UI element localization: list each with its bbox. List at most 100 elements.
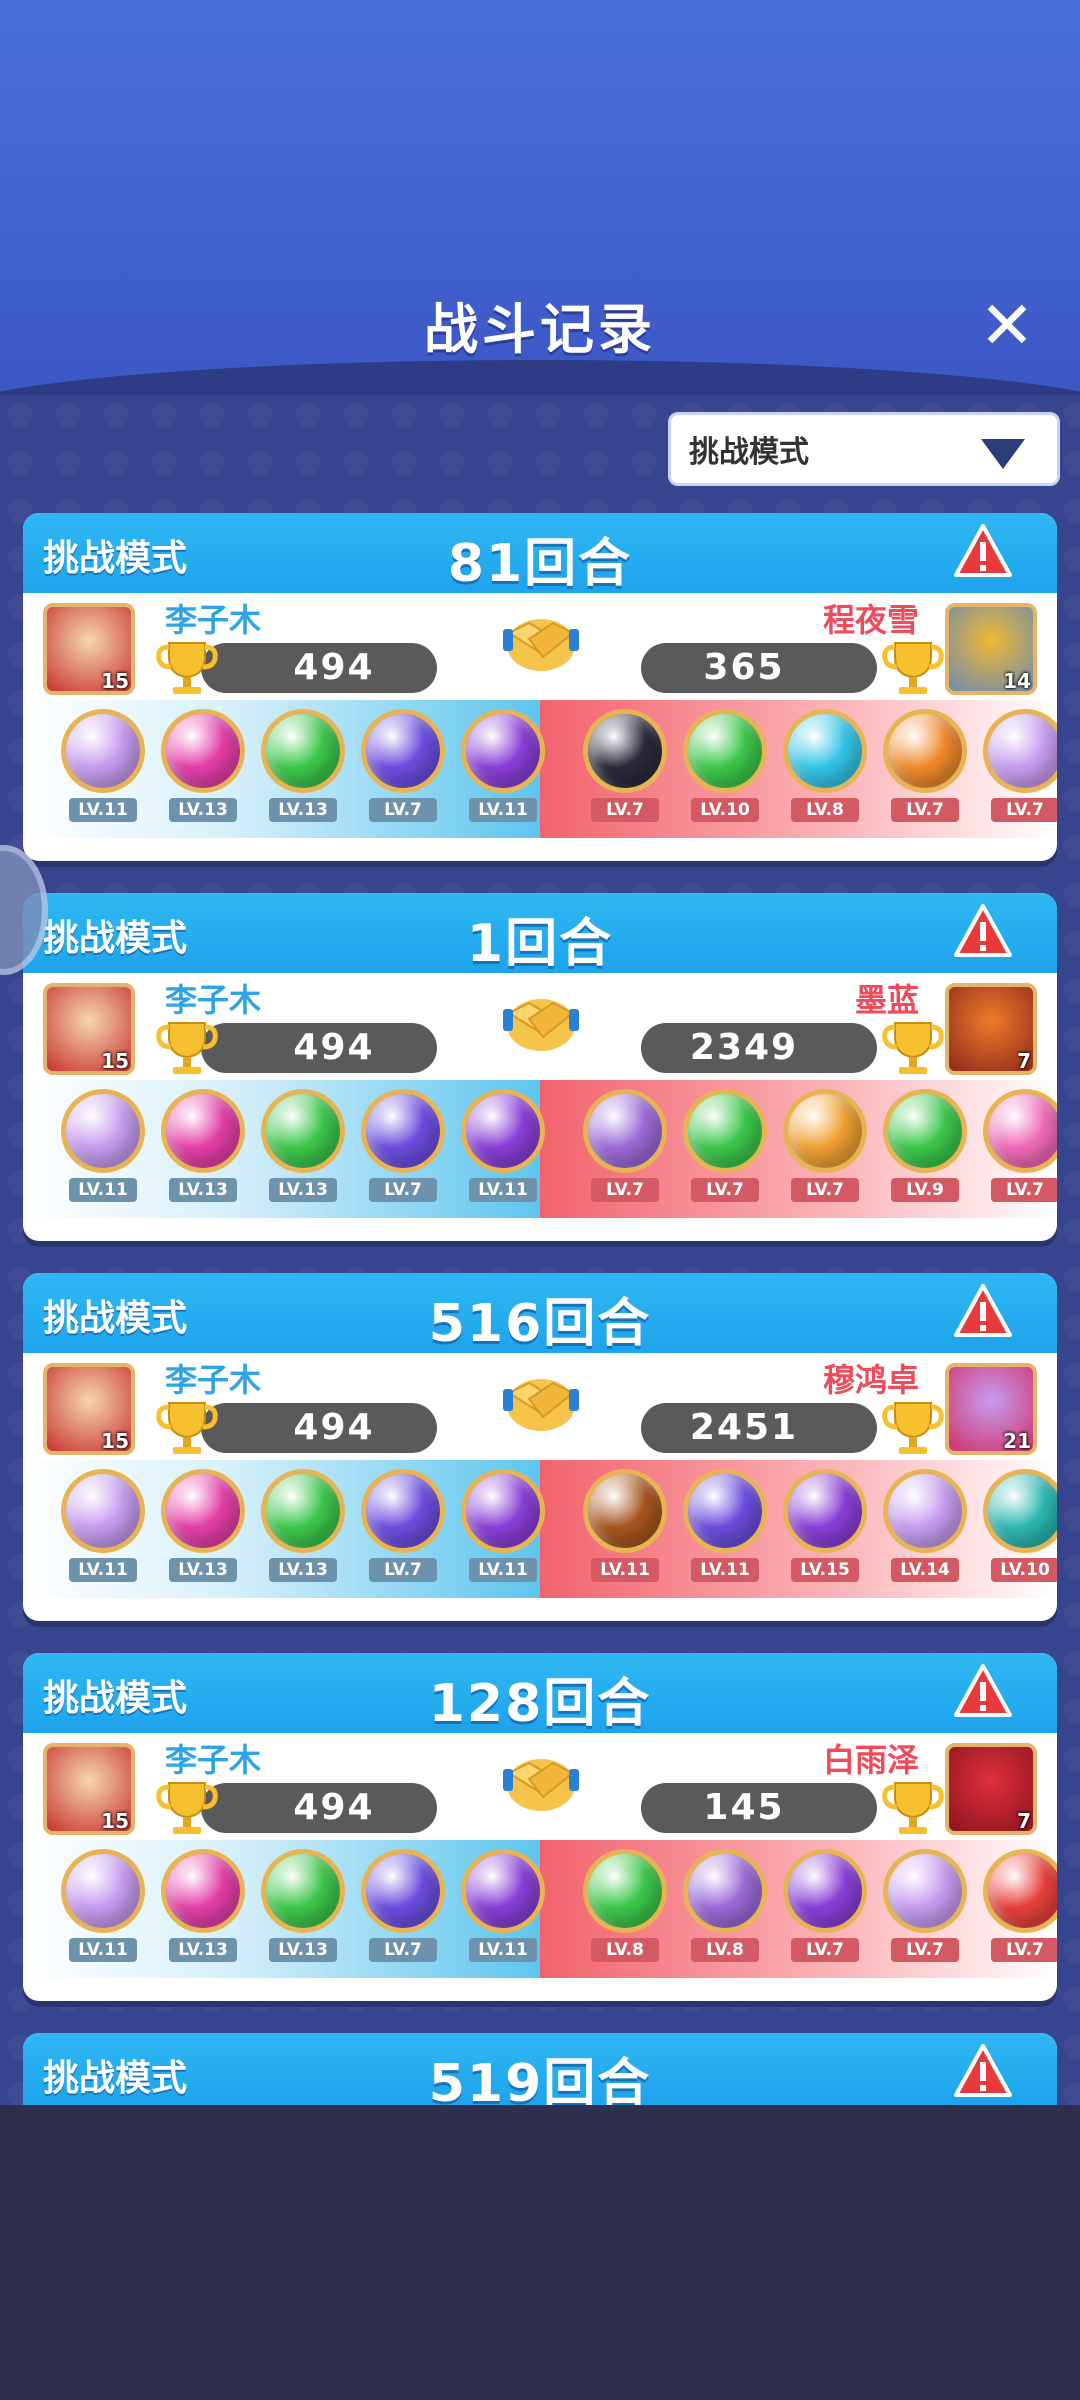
battle-record-card[interactable]: 挑战模式 1回合 15 李子木 494 墨蓝 2349 7 LV.11 LV.1… [23,893,1057,1241]
right-team-orb[interactable] [983,1469,1057,1553]
right-player-avatar[interactable]: 14 [945,603,1037,695]
right-team-orb[interactable] [883,709,967,793]
right-orb-level: LV.14 [891,1558,959,1582]
left-team-orb[interactable] [261,1089,345,1173]
card-header: 挑战模式 81回合 [23,513,1057,594]
right-team-orb[interactable] [783,1469,867,1553]
left-team-orb[interactable] [61,1469,145,1553]
left-avatar-level: 15 [101,1809,129,1833]
left-orb-level: LV.11 [469,1938,537,1962]
left-team-orb[interactable] [361,1089,445,1173]
right-player-name: 程夜雪 [822,601,919,639]
right-team-orb[interactable] [683,1849,767,1933]
left-player-name: 李子木 [165,601,262,639]
trophy-icon [882,1402,944,1454]
battle-record-card[interactable]: 挑战模式 516回合 15 李子木 494 穆鸿卓 2451 21 LV.11 … [23,1273,1057,1621]
right-team-orb[interactable] [883,1469,967,1553]
battle-record-card-partial[interactable]: 挑战模式 519回合 [23,2033,1057,2105]
left-team-orb[interactable] [61,709,145,793]
report-warning-icon[interactable] [953,1283,1013,1339]
left-avatar-level: 15 [101,1429,129,1453]
mode-filter-dropdown[interactable]: 挑战模式 [668,412,1060,486]
dropdown-triangle-icon [981,439,1025,469]
right-team-orb[interactable] [783,1089,867,1173]
left-trophy-score: 494 [201,643,437,693]
left-team-orb[interactable] [461,1849,545,1933]
left-orb-level: LV.13 [169,798,237,822]
right-team-orb[interactable] [983,709,1057,793]
right-orb-level: LV.8 [791,798,859,822]
right-team-orb[interactable] [583,1849,667,1933]
report-warning-icon[interactable] [953,903,1013,959]
report-warning-icon[interactable] [953,2043,1013,2099]
right-orb-level: LV.10 [691,798,759,822]
left-team-orb[interactable] [461,1469,545,1553]
left-team-orb[interactable] [461,1089,545,1173]
right-team-orb[interactable] [883,1849,967,1933]
right-team-orb[interactable] [683,1089,767,1173]
right-team-orb[interactable] [583,1089,667,1173]
right-orb-level: LV.8 [691,1938,759,1962]
left-team-orb[interactable] [361,709,445,793]
trophy-icon [156,642,218,694]
left-player-avatar[interactable]: 15 [43,1363,135,1455]
right-team-orb[interactable] [983,1849,1057,1933]
bottom-background [0,2105,1080,2400]
left-team-orb[interactable] [461,709,545,793]
left-team-orb[interactable] [161,1089,245,1173]
right-orb-level: LV.7 [691,1178,759,1202]
right-orb-level: LV.7 [991,798,1057,822]
left-team-orb[interactable] [361,1469,445,1553]
right-player-avatar[interactable]: 7 [945,983,1037,1075]
right-player-name: 穆鸿卓 [822,1361,919,1399]
left-orb-level: LV.13 [269,1178,337,1202]
report-warning-icon[interactable] [953,1663,1013,1719]
right-orb-level: LV.7 [891,1938,959,1962]
left-trophy-score: 494 [201,1023,437,1073]
right-avatar-level: 21 [1003,1429,1031,1453]
left-team-orb[interactable] [161,709,245,793]
battle-record-card[interactable]: 挑战模式 128回合 15 李子木 494 白雨泽 145 7 LV.11 LV… [23,1653,1057,2001]
battle-record-card[interactable]: 挑战模式 81回合 15 李子木 494 程夜雪 365 14 LV.11 LV… [23,513,1057,861]
left-player-avatar[interactable]: 15 [43,983,135,1075]
right-team-orb[interactable] [583,1469,667,1553]
card-header: 挑战模式 519回合 [23,2033,1057,2105]
right-orb-level: LV.10 [991,1558,1057,1582]
right-team-orb[interactable] [883,1089,967,1173]
left-team-orb[interactable] [361,1849,445,1933]
right-team-orb[interactable] [983,1089,1057,1173]
left-orb-level: LV.7 [369,1938,437,1962]
right-orb-level: LV.7 [591,1178,659,1202]
right-team-orb[interactable] [783,1849,867,1933]
left-team-orb[interactable] [261,1469,345,1553]
right-orb-level: LV.7 [891,798,959,822]
right-team-orb[interactable] [683,709,767,793]
trophy-icon [156,1022,218,1074]
left-player-avatar[interactable]: 15 [43,1743,135,1835]
left-team-orb[interactable] [261,1849,345,1933]
left-team-orb[interactable] [61,1089,145,1173]
report-warning-icon[interactable] [953,523,1013,579]
trophy-icon [882,1022,944,1074]
record-rounds: 516回合 [428,1294,652,1354]
left-player-avatar[interactable]: 15 [43,603,135,695]
right-player-avatar[interactable]: 7 [945,1743,1037,1835]
left-team-orb[interactable] [261,709,345,793]
left-team-orb[interactable] [161,1469,245,1553]
left-orb-level: LV.7 [369,798,437,822]
right-player-avatar[interactable]: 21 [945,1363,1037,1455]
record-rounds: 128回合 [428,1674,652,1734]
left-orb-level: LV.7 [369,1178,437,1202]
right-team-orb[interactable] [783,709,867,793]
close-icon[interactable]: ✕ [975,293,1039,359]
right-orb-level: LV.11 [691,1558,759,1582]
right-team-orb[interactable] [583,709,667,793]
right-orb-level: LV.7 [991,1938,1057,1962]
left-player-name: 李子木 [165,1741,262,1779]
left-orb-level: LV.13 [169,1938,237,1962]
left-team-orb[interactable] [161,1849,245,1933]
right-team-orb[interactable] [683,1469,767,1553]
right-orb-level: LV.15 [791,1558,859,1582]
left-orb-level: LV.11 [69,1938,137,1962]
left-team-orb[interactable] [61,1849,145,1933]
